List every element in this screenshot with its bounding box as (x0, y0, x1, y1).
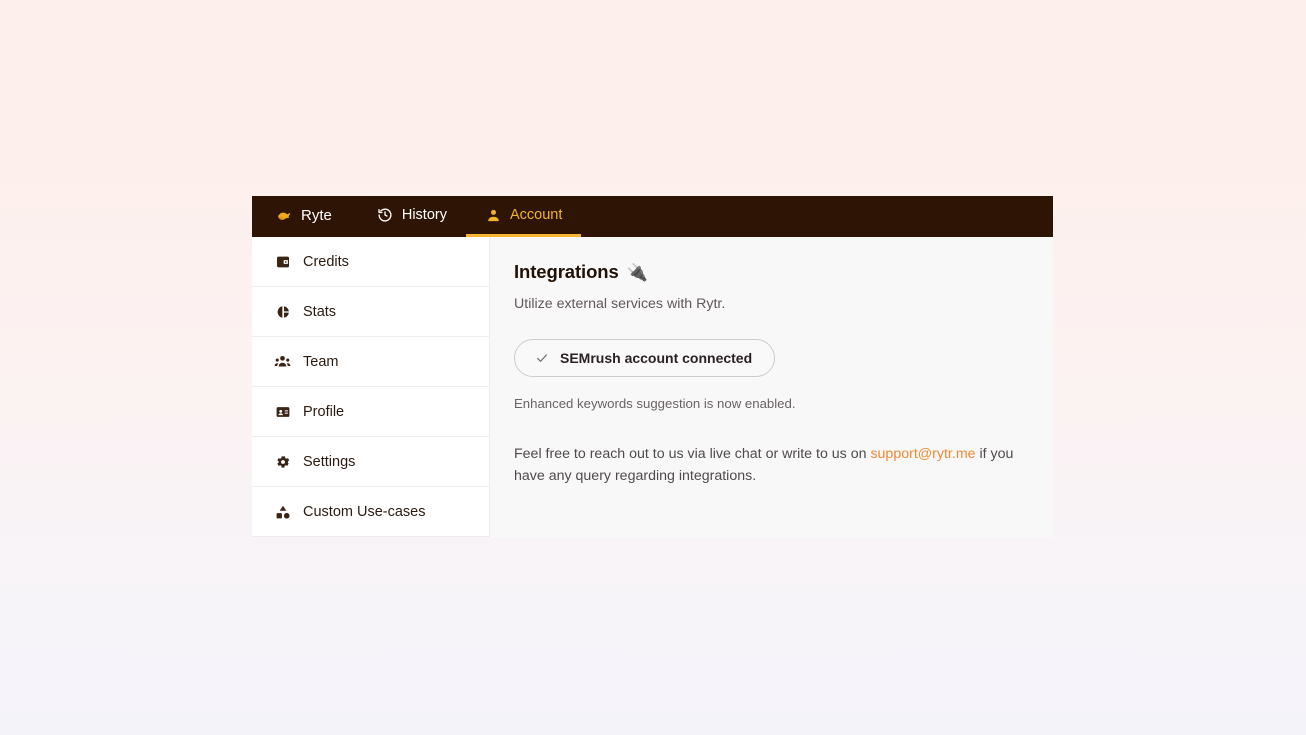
nav-tab-account[interactable]: Account (465, 196, 582, 237)
nav-tab-ryte[interactable]: Ryte (268, 196, 358, 237)
sidebar-item-team[interactable]: Team (252, 337, 489, 387)
sidebar-item-profile-label: Profile (303, 403, 345, 420)
history-clock-icon (377, 207, 394, 224)
content-panel: Integrations 🔌 Utilize external services… (490, 237, 1053, 538)
support-email-link[interactable]: support@rytr.me (870, 446, 975, 462)
page-title: Integrations 🔌 (514, 261, 1023, 283)
gear-icon (274, 453, 291, 470)
pie-chart-icon (274, 303, 291, 320)
sidebar-item-credits-label: Credits (303, 253, 349, 270)
app-body: Credits Stats Team Profile Settings Cust… (252, 237, 1053, 538)
integration-note: Enhanced keywords suggestion is now enab… (514, 396, 796, 411)
top-navigation-bar: Ryte History Account (252, 196, 1053, 237)
nav-tab-history-label: History (401, 207, 447, 223)
user-person-icon (485, 207, 502, 224)
semrush-status-label: SEMrush account connected (560, 350, 753, 366)
sidebar-item-settings-label: Settings (303, 453, 356, 470)
page-title-text: Integrations (514, 261, 619, 282)
app-window: Ryte History Account Credits Stats Team … (252, 196, 1053, 538)
sidebar-item-team-label: Team (303, 353, 339, 370)
sidebar: Credits Stats Team Profile Settings Cust… (252, 237, 490, 537)
id-card-icon (274, 403, 291, 420)
check-icon (534, 351, 549, 366)
sidebar-item-custom-use-cases-label: Custom Use-cases (303, 503, 426, 520)
sidebar-item-profile[interactable]: Profile (252, 387, 489, 437)
help-text-before: Feel free to reach out to us via live ch… (514, 446, 871, 462)
sidebar-item-stats[interactable]: Stats (252, 287, 489, 337)
ryte-logo-icon (276, 207, 293, 224)
nav-tab-ryte-label: Ryte (301, 206, 332, 224)
sidebar-item-stats-label: Stats (303, 303, 337, 320)
sidebar-item-custom-use-cases[interactable]: Custom Use-cases (252, 487, 489, 537)
plug-icon: 🔌 (626, 262, 648, 282)
sidebar-item-credits[interactable]: Credits (252, 237, 489, 287)
shapes-category-icon (274, 503, 291, 520)
nav-tab-history[interactable]: History (358, 196, 466, 237)
nav-tab-account-label: Account (509, 207, 563, 223)
semrush-connected-status-button[interactable]: SEMrush account connected (514, 339, 776, 377)
people-group-icon (274, 353, 291, 370)
sidebar-item-settings[interactable]: Settings (252, 437, 489, 487)
page-subtitle: Utilize external services with Rytr. (514, 296, 726, 312)
wallet-icon (274, 253, 291, 270)
help-paragraph: Feel free to reach out to us via live ch… (514, 443, 1014, 487)
